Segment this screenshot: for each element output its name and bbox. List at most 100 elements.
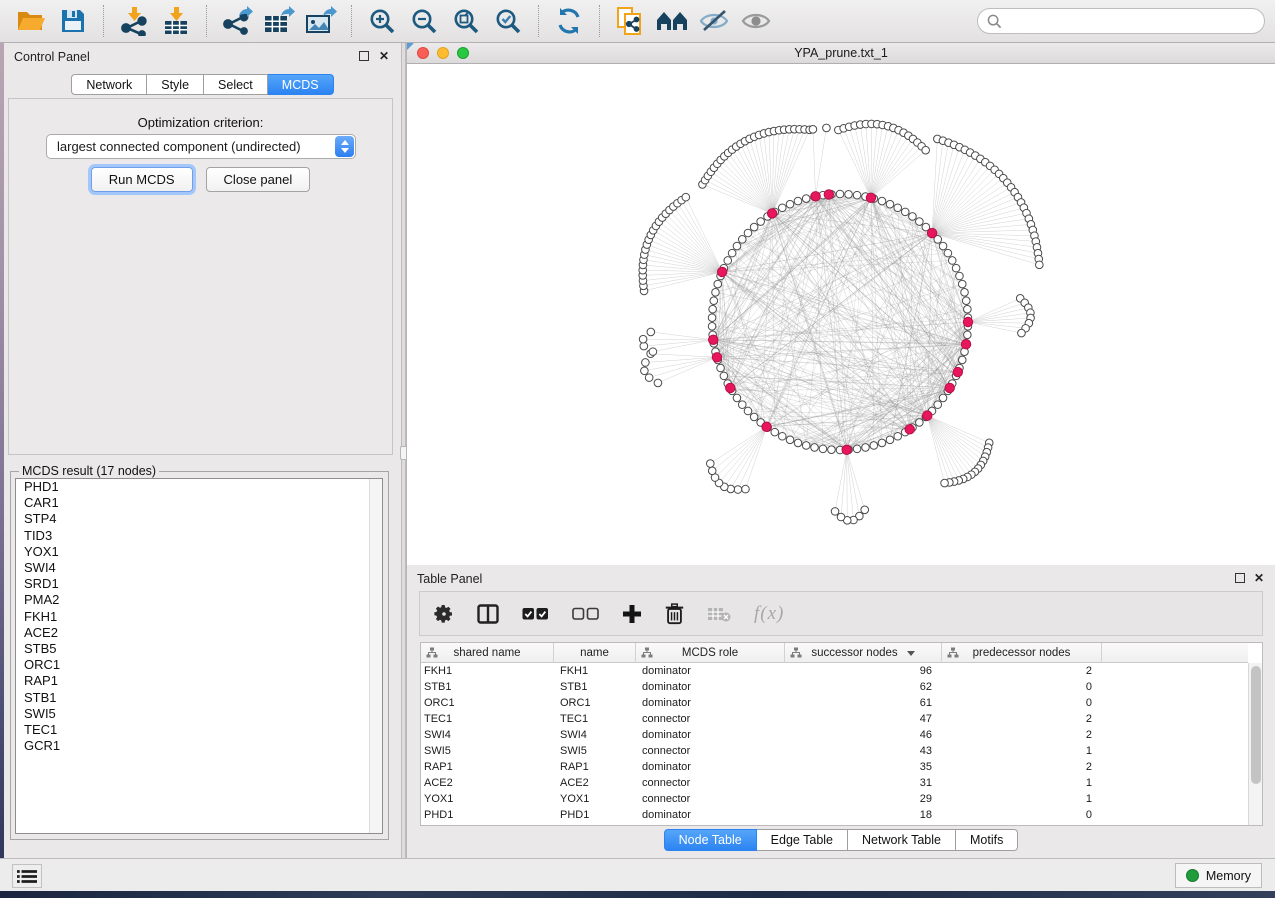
tab-motifs[interactable]: Motifs [956,829,1018,851]
new-network-from-selection-button[interactable] [612,4,648,38]
mcds-result-item[interactable]: PHD1 [16,479,382,495]
table-row[interactable]: SWI5SWI5connector431 [421,743,1248,759]
mcds-result-item[interactable]: GCR1 [16,738,382,754]
network-window-titlebar[interactable]: YPA_prune.txt_1 [407,43,1275,64]
mcds-result-item[interactable]: SRD1 [16,576,382,592]
table-cell: connector [636,777,785,789]
tab-mcds[interactable]: MCDS [268,74,334,95]
mcds-result-item[interactable]: YOX1 [16,544,382,560]
first-neighbors-icon [656,8,688,34]
export-image-icon [305,6,337,36]
table-row[interactable]: PHD1PHD1dominator180 [421,807,1248,823]
float-panel-icon[interactable] [359,51,369,61]
table-row[interactable]: YOX1YOX1connector291 [421,791,1248,807]
close-panel-icon[interactable]: ✕ [379,49,389,63]
column-header-name[interactable]: name [554,643,636,663]
refresh-button[interactable] [551,4,587,38]
zoom-selected-button[interactable] [490,4,526,38]
column-header-predecessor-nodes[interactable]: predecessor nodes [942,643,1102,663]
table-cell: 0 [942,809,1102,821]
toolbar-separator [103,5,104,37]
table-scrollbar[interactable] [1248,663,1262,825]
network-canvas[interactable] [407,64,1275,565]
import-table-icon [161,6,191,36]
split-view-button[interactable] [477,604,499,624]
hide-selected-button[interactable] [696,4,732,38]
mcds-result-item[interactable]: SWI5 [16,706,382,722]
mcds-list-scrollbar[interactable] [369,479,382,833]
table-cell: 61 [785,697,942,709]
float-panel-icon[interactable] [1235,573,1245,583]
sort-descending-icon [907,651,915,656]
mcds-result-item[interactable]: STB5 [16,641,382,657]
mcds-result-item[interactable]: PMA2 [16,592,382,608]
search-box[interactable] [977,8,1265,34]
delete-columns-button[interactable] [665,603,684,625]
tab-style[interactable]: Style [147,74,204,95]
tab-edge-table[interactable]: Edge Table [757,829,848,851]
table-scrollbar-thumb[interactable] [1251,666,1261,784]
column-settings-button[interactable] [434,604,454,624]
network-document-icon [615,6,645,36]
mcds-result-item[interactable]: CAR1 [16,495,382,511]
first-neighbors-button[interactable] [654,4,690,38]
table-row[interactable]: RAP1RAP1dominator352 [421,759,1248,775]
open-session-button[interactable] [13,4,49,38]
import-network-button[interactable] [116,4,152,38]
mcds-result-item[interactable]: ORC1 [16,657,382,673]
zoom-in-button[interactable] [364,4,400,38]
toolbar-separator [599,5,600,37]
mcds-result-item[interactable]: RAP1 [16,673,382,689]
save-session-button[interactable] [55,4,91,38]
tab-network-table[interactable]: Network Table [848,829,956,851]
select-all-rows-button[interactable] [522,607,549,621]
node-table-body[interactable]: FKH1FKH1dominator962STB1STB1dominator620… [421,663,1248,825]
run-mcds-button[interactable]: Run MCDS [91,167,193,192]
table-row[interactable]: STB1STB1dominator620 [421,679,1248,695]
close-panel-icon[interactable]: ✕ [1254,571,1264,585]
tab-node-table[interactable]: Node Table [664,829,757,851]
tab-select[interactable]: Select [204,74,268,95]
column-header-shared-name[interactable]: shared name [421,643,554,663]
mcds-result-item[interactable]: ACE2 [16,625,382,641]
show-all-button[interactable] [738,4,774,38]
export-table-button[interactable] [261,4,297,38]
export-network-button[interactable] [219,4,255,38]
optimization-criterion-select[interactable]: largest connected component (undirected) [46,134,356,159]
namespace-icon [426,647,438,659]
table-row[interactable]: SWI4SWI4dominator462 [421,727,1248,743]
show-task-history-button[interactable] [12,864,42,888]
column-header-successor-nodes[interactable]: successor nodes [785,643,942,663]
mcds-result-item[interactable]: TID3 [16,528,382,544]
table-row[interactable]: FKH1FKH1dominator962 [421,663,1248,679]
add-column-button[interactable] [622,604,642,624]
desktop-wallpaper-bottom [0,891,1275,898]
export-image-button[interactable] [303,4,339,38]
zoom-fit-icon [452,7,480,35]
import-table-button[interactable] [158,4,194,38]
table-panel-header: Table Panel ✕ [407,565,1275,591]
namespace-icon [641,647,653,659]
mcds-result-list[interactable]: PHD1CAR1STP4TID3YOX1SWI4SRD1PMA2FKH1ACE2… [15,478,383,834]
zoom-fit-button[interactable] [448,4,484,38]
deselect-all-rows-button[interactable] [572,607,599,621]
tab-network[interactable]: Network [71,74,147,95]
column-header-mcds-role[interactable]: MCDS role [636,643,785,663]
network-graph[interactable] [407,64,1275,565]
close-panel-button[interactable]: Close panel [206,167,311,192]
table-row[interactable]: ORC1ORC1dominator610 [421,695,1248,711]
table-row[interactable]: ACE2ACE2connector311 [421,775,1248,791]
memory-button[interactable]: Memory [1175,863,1262,888]
network-window-title: YPA_prune.txt_1 [407,46,1275,60]
mcds-result-item[interactable]: SWI4 [16,560,382,576]
mcds-result-item[interactable]: STB1 [16,690,382,706]
mcds-result-item[interactable]: STP4 [16,511,382,527]
delete-table-button-disabled [707,606,731,622]
search-input[interactable] [1008,14,1255,28]
gear-icon [434,604,454,624]
table-row[interactable]: TEC1TEC1connector472 [421,711,1248,727]
table-cell: SWI5 [554,745,636,757]
mcds-result-item[interactable]: TEC1 [16,722,382,738]
zoom-out-button[interactable] [406,4,442,38]
mcds-result-item[interactable]: FKH1 [16,609,382,625]
